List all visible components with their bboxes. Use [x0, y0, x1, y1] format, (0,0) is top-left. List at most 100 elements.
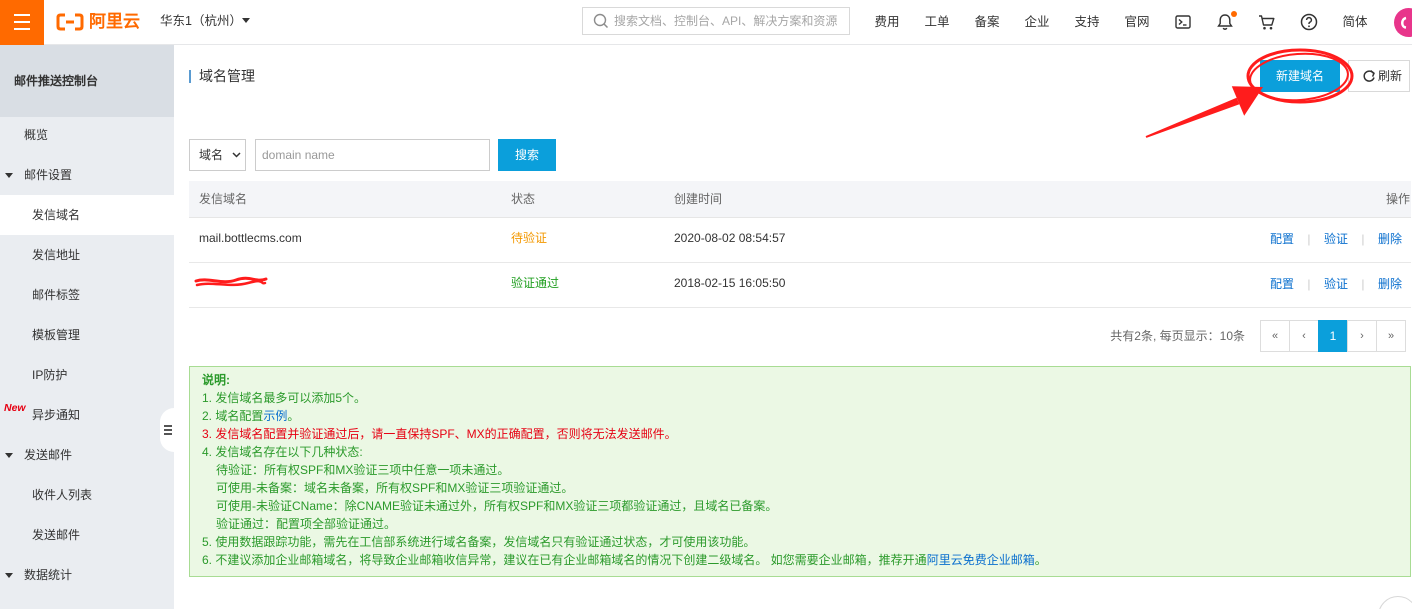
sidebar-item-sender-domains[interactable]: 发信域名: [0, 195, 174, 235]
notes-line: 5. 使用数据跟踪功能，需先在工信部系统进行域名备案，发信域名只有验证通过状态，…: [202, 535, 756, 549]
sidebar-group-statistics[interactable]: 数据统计: [0, 555, 174, 595]
sidebar-group-send-mail[interactable]: 发送邮件: [0, 435, 174, 475]
user-avatar[interactable]: [1392, 7, 1412, 38]
pagination-summary: 共有2条, 每页显示：10条: [1110, 329, 1245, 343]
region-selector[interactable]: 华东1（杭州）: [160, 0, 255, 44]
aliyun-logo-icon: [56, 13, 84, 31]
notes-warning-line: 3. 发信域名配置并验证通过后，请一直保持SPF、MX的正确配置，否则将无法发送…: [202, 427, 677, 441]
action-separator: |: [1361, 276, 1365, 291]
notes-heading: 说明:: [202, 373, 230, 387]
configure-link[interactable]: 配置: [1270, 230, 1294, 247]
sidebar: 邮件推送控制台 概览 邮件设置 发信域名 发信地址 邮件标签 模板管理 IP防护…: [0, 45, 174, 609]
created-cell: 2020-08-02 08:54:57: [674, 231, 786, 245]
column-header-actions: 操作: [1385, 192, 1410, 206]
nav-tickets[interactable]: 工单: [912, 0, 962, 44]
verify-link[interactable]: 验证: [1324, 275, 1348, 292]
nav-enterprise[interactable]: 企业: [1012, 0, 1062, 44]
aliyun-logo[interactable]: 阿里云: [56, 11, 146, 33]
pagination: « ‹ 1 › »: [1260, 320, 1410, 352]
sidebar-item-label: 概览: [24, 128, 49, 142]
sidebar-item-ip-protection[interactable]: IP防护: [0, 355, 174, 395]
cart-icon[interactable]: [1258, 14, 1276, 31]
configure-link[interactable]: 配置: [1270, 275, 1294, 292]
help-icon[interactable]: [1300, 13, 1318, 31]
avatar: [1394, 8, 1412, 37]
language-switch[interactable]: 简体: [1340, 0, 1370, 44]
new-domain-button[interactable]: 新建域名: [1260, 60, 1340, 92]
console-title: 邮件推送控制台: [14, 74, 99, 88]
sidebar-item-label: 发送邮件: [32, 528, 81, 542]
sidebar-item-label: IP防护: [32, 368, 68, 382]
instructions-box: 说明: 1. 发信域名最多可以添加5个。 2. 域名配置示例。 3. 发信域名配…: [189, 366, 1411, 577]
notes-state-line: 可使用-未验证CName：除CNAME验证未通过外，所有权SPF和MX验证三项都…: [216, 499, 778, 513]
nav-icp-filing[interactable]: 备案: [962, 0, 1012, 44]
delete-link[interactable]: 删除: [1378, 230, 1402, 247]
new-badge: New: [4, 402, 26, 414]
column-header-status: 状态: [511, 192, 536, 206]
action-separator: |: [1361, 231, 1365, 246]
sidebar-collapse-toggle[interactable]: [160, 408, 174, 452]
sidebar-item-sender-addresses[interactable]: 发信地址: [0, 235, 174, 275]
sidebar-header: 邮件推送控制台: [0, 45, 174, 117]
hamburger-icon: [14, 14, 30, 30]
select-value: 域名: [199, 148, 224, 162]
global-search-input[interactable]: [614, 8, 846, 34]
action-separator: |: [1307, 231, 1311, 246]
notes-line: 4. 发信域名存在以下几种状态:: [202, 445, 363, 459]
nav-billing[interactable]: 费用: [862, 0, 912, 44]
logo-text: 阿里云: [89, 12, 140, 31]
chevron-down-icon: [232, 152, 241, 158]
table-row: 验证通过 2018-02-15 16:05:50 配置 | 验证 | 删除: [189, 263, 1411, 308]
domain-search-input[interactable]: [255, 139, 490, 171]
sidebar-item-templates[interactable]: 模板管理: [0, 315, 174, 355]
nav-official-site[interactable]: 官网: [1112, 0, 1162, 44]
notes-line: 6. 不建议添加企业邮箱域名，将导致企业邮箱收信异常，建议在已有企业邮箱域名的情…: [202, 551, 1410, 569]
search-field-select[interactable]: 域名: [189, 139, 246, 171]
action-separator: |: [1307, 276, 1311, 291]
refresh-button[interactable]: 刷新: [1348, 60, 1410, 92]
notes-line: 1. 发信域名最多可以添加5个。: [202, 391, 367, 405]
status-cell: 待验证: [511, 231, 548, 245]
terminal-icon[interactable]: [1175, 15, 1191, 29]
nav-support[interactable]: 支持: [1062, 0, 1112, 44]
search-icon[interactable]: [593, 13, 609, 29]
search-button[interactable]: 搜索: [498, 139, 556, 171]
created-cell: 2018-02-15 16:05:50: [674, 276, 786, 290]
notes-text: 6. 不建议添加企业邮箱域名，将导致企业邮箱收信异常，建议在已有企业邮箱域名的情…: [202, 553, 927, 567]
next-page-button[interactable]: ›: [1347, 320, 1377, 352]
page-button-current[interactable]: 1: [1318, 320, 1348, 352]
sidebar-group-mail-settings[interactable]: 邮件设置: [0, 155, 174, 195]
free-enterprise-mail-link[interactable]: 阿里云免费企业邮箱: [927, 553, 1035, 567]
menu-button[interactable]: [0, 0, 44, 45]
caret-down-icon: [242, 18, 250, 23]
sidebar-item-label: 异步通知: [32, 408, 81, 422]
sidebar-item-label: 收件人列表: [32, 488, 93, 502]
sidebar-item-async-notify[interactable]: New 异步通知: [0, 395, 174, 435]
notes-state-line: 可使用-未备案：域名未备案，所有权SPF和MX验证三项验证通过。: [216, 481, 574, 495]
first-page-button[interactable]: «: [1260, 320, 1290, 352]
delete-link[interactable]: 删除: [1378, 275, 1402, 292]
floating-button-circle: [1378, 596, 1412, 609]
sidebar-item-label: 发信域名: [32, 208, 81, 222]
domain-table: 发信域名 状态 创建时间 操作 mail.bottlecms.com 待验证 2…: [189, 181, 1411, 308]
prev-page-button[interactable]: ‹: [1289, 320, 1319, 352]
notes-state-line: 待验证：所有权SPF和MX验证三项中任意一项未通过。: [216, 463, 510, 477]
verify-link[interactable]: 验证: [1324, 230, 1348, 247]
top-navbar: 阿里云 华东1（杭州） 费用 工单 备案 企业 支持 官网 简体: [0, 0, 1412, 45]
refresh-icon: [1363, 70, 1375, 82]
title-accent-bar: [189, 70, 191, 83]
last-page-button[interactable]: »: [1376, 320, 1406, 352]
sidebar-item-overview[interactable]: 概览: [0, 115, 174, 155]
table-row: mail.bottlecms.com 待验证 2020-08-02 08:54:…: [189, 218, 1411, 263]
main-content: 域名管理 新建域名 刷新 域名 搜索 发信域名 状态 创建时间 操作 mail.…: [174, 45, 1412, 609]
sidebar-item-mail-tags[interactable]: 邮件标签: [0, 275, 174, 315]
notes-text: 。: [1034, 553, 1047, 567]
floating-button[interactable]: [1378, 596, 1412, 609]
domain-cell: mail.bottlecms.com: [199, 231, 302, 245]
example-link[interactable]: 示例: [263, 409, 287, 423]
sidebar-item-label: 邮件设置: [24, 168, 73, 182]
sidebar-item-send-mail[interactable]: 发送邮件: [0, 515, 174, 555]
row-actions: 配置 | 验证 | 删除: [1270, 218, 1402, 259]
sidebar-item-recipient-lists[interactable]: 收件人列表: [0, 475, 174, 515]
caret-down-icon: [5, 453, 13, 458]
